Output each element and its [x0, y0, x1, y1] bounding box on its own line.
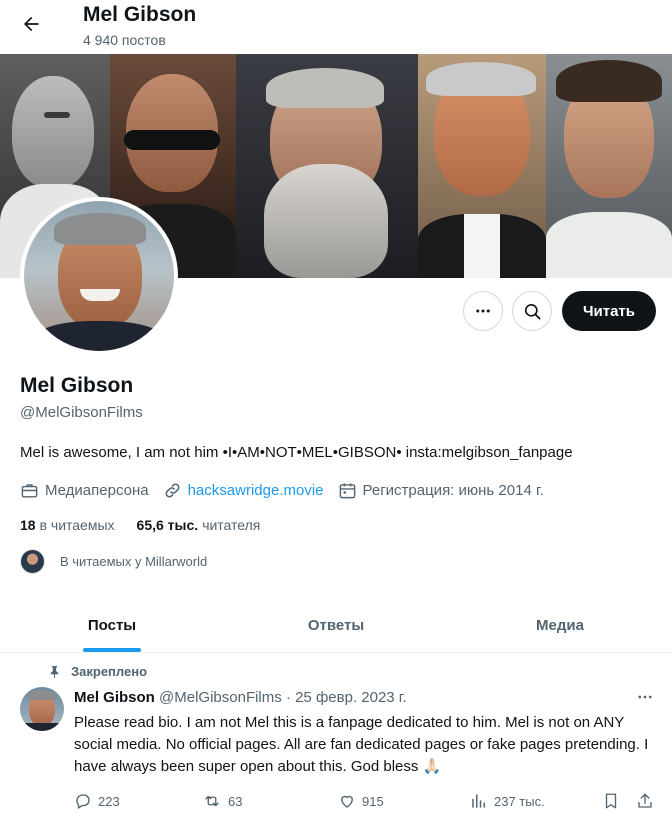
- website-link[interactable]: hacksawridge.movie: [188, 482, 324, 499]
- tweet-handle-date[interactable]: @MelGibsonFilms · 25 февр. 2023 г.: [159, 689, 407, 706]
- banner-photo-5: [546, 54, 672, 278]
- tweet-actions: 223 63 915 237 тыс.: [74, 792, 660, 816]
- profile-bio: Mel is awesome, I am not him •I•AM•NOT•M…: [20, 444, 573, 461]
- following-stat[interactable]: 18 в читаемых: [20, 515, 115, 535]
- back-button[interactable]: [13, 6, 49, 42]
- banner-photo-3: [236, 54, 418, 278]
- tab-media[interactable]: Медиа: [448, 599, 672, 652]
- link-icon: [165, 483, 180, 497]
- profile-meta: Медиаперсона hacksawridge.movie Регистра…: [20, 478, 558, 502]
- heart-icon: [341, 795, 353, 808]
- followers-label: читателя: [202, 517, 261, 533]
- search-icon: [524, 303, 540, 319]
- header-post-count: 4 940 постов: [83, 32, 166, 48]
- like-count: 915: [362, 793, 384, 809]
- repost-button[interactable]: 63: [202, 792, 242, 810]
- profile-joined: Регистрация: июнь 2014 г.: [338, 481, 544, 500]
- profile-avatar[interactable]: [20, 197, 178, 355]
- tweet-text: Please read bio. I am not Mel this is a …: [74, 714, 649, 775]
- profile-tabs: Посты Ответы Медиа: [0, 599, 672, 653]
- followed-by[interactable]: В читаемых у Millarworld: [20, 549, 207, 574]
- tab-posts[interactable]: Посты: [0, 599, 224, 652]
- follow-button[interactable]: Читать: [562, 291, 656, 331]
- pin-icon: [50, 666, 59, 678]
- bookmark-button[interactable]: [602, 792, 626, 810]
- bookmark-icon: [605, 793, 617, 809]
- followed-by-text: В читаемых у Millarworld: [60, 554, 208, 569]
- more-button[interactable]: [463, 291, 503, 331]
- search-profile-button[interactable]: [512, 291, 552, 331]
- pinned-label: Закреплено: [71, 664, 148, 679]
- views-count: 237 тыс.: [494, 793, 545, 809]
- joined-label: Регистрация: июнь 2014 г.: [362, 481, 544, 499]
- repost-icon: [205, 795, 219, 807]
- follower-avatar: [20, 549, 45, 574]
- repost-count: 63: [228, 793, 243, 809]
- category-label: Медиаперсона: [45, 481, 149, 499]
- avatar-photo: [24, 201, 174, 351]
- more-dots-icon: [638, 695, 652, 699]
- profile-handle: @MelGibsonFilms: [20, 404, 143, 421]
- calendar-icon: [339, 482, 355, 498]
- reply-button[interactable]: 223: [74, 792, 120, 810]
- banner-photo-4: [418, 54, 546, 278]
- profile-category: Медиаперсона: [20, 481, 149, 500]
- arrow-left-icon: [24, 16, 39, 32]
- briefcase-icon: [21, 483, 38, 498]
- views-button[interactable]: 237 тыс.: [470, 792, 545, 810]
- profile-stats: 18 в читаемых 65,6 тыс. читателя: [20, 515, 282, 535]
- tweet-avatar[interactable]: [20, 687, 64, 731]
- pinned-indicator: Закреплено: [48, 664, 147, 679]
- profile-name: Mel Gibson: [20, 374, 134, 397]
- tweet-header: Mel Gibson @MelGibsonFilms · 25 февр. 20…: [74, 688, 407, 708]
- following-label: в читаемых: [39, 517, 115, 533]
- followers-count: 65,6 тыс.: [136, 517, 199, 533]
- tweet-more-button[interactable]: [636, 688, 654, 711]
- reply-count: 223: [98, 793, 120, 809]
- like-button[interactable]: 915: [338, 792, 384, 810]
- tab-replies[interactable]: Ответы: [224, 599, 448, 652]
- more-dots-icon: [476, 309, 490, 313]
- views-icon: [472, 794, 485, 808]
- share-icon: [638, 793, 652, 808]
- following-count: 18: [20, 517, 36, 533]
- reply-icon: [76, 794, 90, 809]
- profile-website[interactable]: hacksawridge.movie: [163, 481, 324, 500]
- followers-stat[interactable]: 65,6 тыс. читателя: [137, 515, 261, 535]
- tweet-author[interactable]: Mel Gibson: [74, 689, 155, 706]
- header-title: Mel Gibson: [83, 3, 197, 26]
- share-button[interactable]: [636, 792, 660, 810]
- profile-header: Mel Gibson 4 940 постов: [0, 0, 672, 54]
